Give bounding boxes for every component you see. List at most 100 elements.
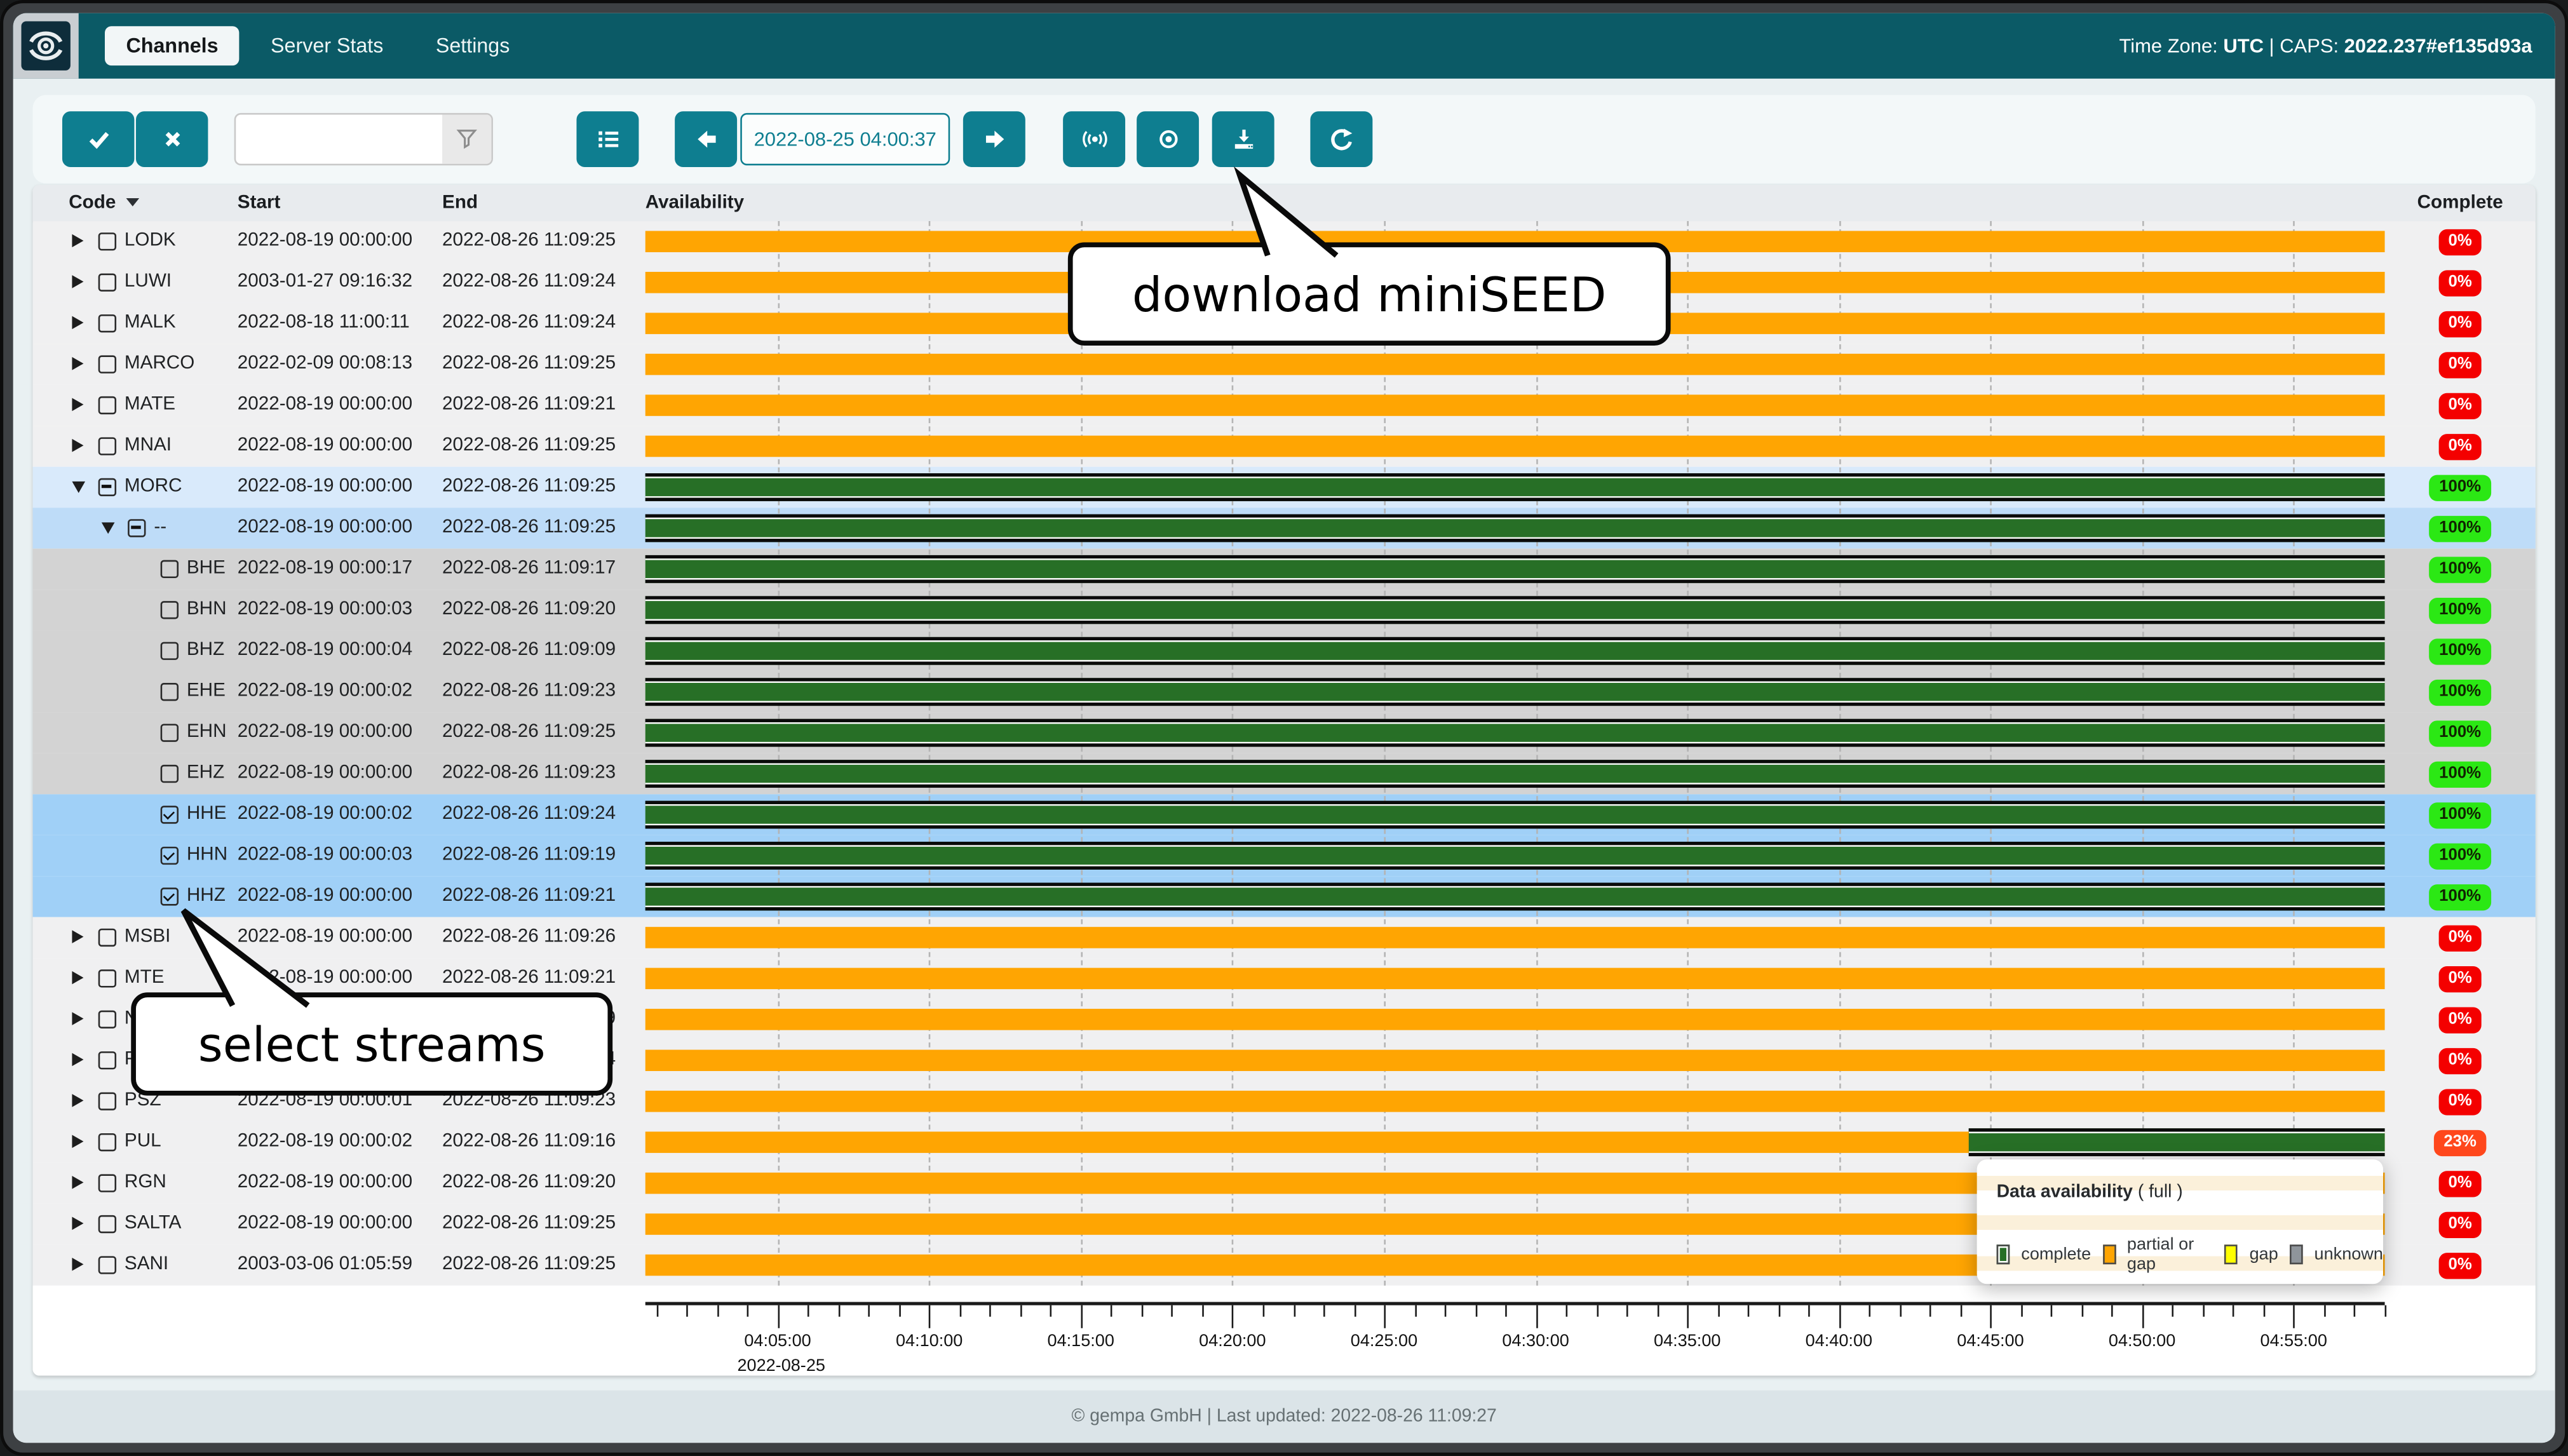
complete-badge: 100% [2429, 597, 2491, 623]
row-checkbox[interactable] [161, 806, 179, 823]
row-checkbox[interactable] [128, 519, 145, 537]
row-checkbox[interactable] [161, 887, 179, 905]
download-miniseed-button[interactable] [1212, 111, 1274, 167]
table-row-HHN[interactable]: HHN2022-08-19 00:00:032022-08-26 11:09:1… [33, 835, 2536, 876]
view-data-button[interactable] [1137, 111, 1199, 167]
header-code[interactable]: Code [69, 185, 139, 221]
availability-bar-complete [645, 842, 2385, 870]
table-row-MNAI[interactable]: MNAI2022-08-19 00:00:002022-08-26 11:09:… [33, 426, 2536, 466]
row-checkbox[interactable] [98, 437, 116, 455]
expand-icon[interactable] [72, 1217, 83, 1230]
table-row-MORC[interactable]: MORC2022-08-19 00:00:002022-08-26 11:09:… [33, 467, 2536, 508]
table-row-BHZ[interactable]: BHZ2022-08-19 00:00:042022-08-26 11:09:0… [33, 631, 2536, 671]
table-row-BHN[interactable]: BHN2022-08-19 00:00:032022-08-26 11:09:2… [33, 590, 2536, 630]
major-tick [2142, 1305, 2144, 1328]
collapse-icon[interactable] [102, 522, 115, 534]
table-row-EHN[interactable]: EHN2022-08-19 00:00:002022-08-26 11:09:2… [33, 712, 2536, 753]
row-checkbox[interactable] [98, 969, 116, 987]
time-gridline [2294, 221, 2295, 1286]
expand-icon[interactable] [72, 930, 83, 943]
collapse-icon[interactable] [72, 482, 85, 493]
table-row-HHZ[interactable]: HHZ2022-08-19 00:00:002022-08-26 11:09:2… [33, 876, 2536, 917]
row-code: BHZ [187, 631, 224, 671]
row-checkbox[interactable] [98, 1215, 116, 1233]
table-row-BHE[interactable]: BHE2022-08-19 00:00:172022-08-26 11:09:1… [33, 549, 2536, 590]
realtime-button[interactable] [1063, 111, 1125, 167]
row-checkbox[interactable] [161, 683, 179, 701]
row-end-time: 2022-08-26 11:09:25 [442, 508, 616, 548]
major-tick [1990, 1305, 1992, 1328]
row-checkbox[interactable] [161, 560, 179, 578]
select-all-button[interactable] [62, 111, 134, 167]
deselect-all-button[interactable] [136, 111, 208, 167]
row-checkbox[interactable] [161, 601, 179, 619]
table-row-EHZ[interactable]: EHZ2022-08-19 00:00:002022-08-26 11:09:2… [33, 753, 2536, 794]
row-checkbox[interactable] [98, 929, 116, 947]
table-row-HHE[interactable]: HHE2022-08-19 00:00:022022-08-26 11:09:2… [33, 794, 2536, 835]
expand-icon[interactable] [72, 275, 83, 288]
header-start[interactable]: Start [238, 185, 281, 221]
datetime-field[interactable]: 2022-08-25 04:00:37 [740, 113, 950, 165]
row-checkbox[interactable] [98, 274, 116, 292]
expand-icon[interactable] [72, 971, 83, 985]
refresh-button[interactable] [1310, 111, 1372, 167]
row-checkbox[interactable] [161, 724, 179, 741]
row-checkbox[interactable] [98, 396, 116, 414]
complete-badge: 0% [2438, 1048, 2482, 1074]
row-checkbox[interactable] [98, 1133, 116, 1151]
expand-icon[interactable] [72, 1094, 83, 1107]
expand-icon[interactable] [72, 1258, 83, 1271]
tab-channels[interactable]: Channels [105, 26, 240, 65]
major-tick [1687, 1305, 1689, 1328]
row-checkbox[interactable] [98, 1256, 116, 1274]
availability-bar-gap [645, 354, 2385, 375]
row-checkbox[interactable] [98, 1051, 116, 1069]
stream-list-button[interactable] [576, 111, 639, 167]
complete-badge: 0% [2438, 229, 2482, 255]
row-checkbox[interactable] [98, 478, 116, 496]
expand-icon[interactable] [72, 316, 83, 330]
header-end[interactable]: End [442, 185, 478, 221]
row-checkbox[interactable] [98, 233, 116, 250]
expand-icon[interactable] [72, 439, 83, 452]
table-row-MSBI[interactable]: MSBI2022-08-19 00:00:002022-08-26 11:09:… [33, 917, 2536, 958]
filter-funnel-button[interactable] [442, 114, 491, 163]
row-checkbox[interactable] [161, 847, 179, 865]
availability-bar-complete [645, 883, 2385, 911]
expand-icon[interactable] [72, 234, 83, 248]
row-checkbox[interactable] [161, 765, 179, 783]
row-checkbox[interactable] [161, 642, 179, 660]
row-checkbox[interactable] [98, 314, 116, 332]
time-step-forward-button[interactable] [963, 111, 1025, 167]
table-row-PUL[interactable]: PUL2022-08-19 00:00:022022-08-26 11:09:1… [33, 1122, 2536, 1163]
row-code: -- [154, 508, 166, 548]
time-step-back-button[interactable] [675, 111, 737, 167]
filter-input[interactable] [236, 114, 442, 163]
expand-icon[interactable] [72, 1135, 83, 1149]
tab-settings[interactable]: Settings [414, 26, 530, 65]
expand-icon[interactable] [72, 398, 83, 411]
expand-icon[interactable] [72, 1176, 83, 1189]
row-checkbox[interactable] [98, 1093, 116, 1110]
expand-icon[interactable] [72, 1012, 83, 1025]
callout-select-streams: select streams [131, 992, 612, 1095]
table-row-MATE[interactable]: MATE2022-08-19 00:00:002022-08-26 11:09:… [33, 385, 2536, 426]
table-row-MARCO[interactable]: MARCO2022-02-09 00:08:132022-08-26 11:09… [33, 344, 2536, 384]
expand-icon[interactable] [72, 357, 83, 370]
complete-cell: 0% [2391, 262, 2529, 302]
row-end-time: 2022-08-26 11:09:25 [442, 712, 616, 753]
complete-cell: 23% [2391, 1122, 2529, 1163]
minor-tick [1172, 1305, 1173, 1317]
expand-icon[interactable] [72, 1053, 83, 1067]
tab-server-stats[interactable]: Server Stats [250, 26, 405, 65]
header-complete[interactable]: Complete [2391, 185, 2529, 221]
complete-cell: 0% [2391, 917, 2529, 958]
row-checkbox[interactable] [98, 355, 116, 373]
legend-label: gap [2250, 1244, 2278, 1264]
table-row-[interactable]: --2022-08-19 00:00:002022-08-26 11:09:25… [33, 508, 2536, 548]
minor-tick [1566, 1305, 1568, 1317]
row-checkbox[interactable] [98, 1174, 116, 1192]
footer: © gempa GmbH | Last updated: 2022-08-26 … [13, 1391, 2555, 1443]
row-checkbox[interactable] [98, 1011, 116, 1028]
table-row-EHE[interactable]: EHE2022-08-19 00:00:022022-08-26 11:09:2… [33, 671, 2536, 712]
